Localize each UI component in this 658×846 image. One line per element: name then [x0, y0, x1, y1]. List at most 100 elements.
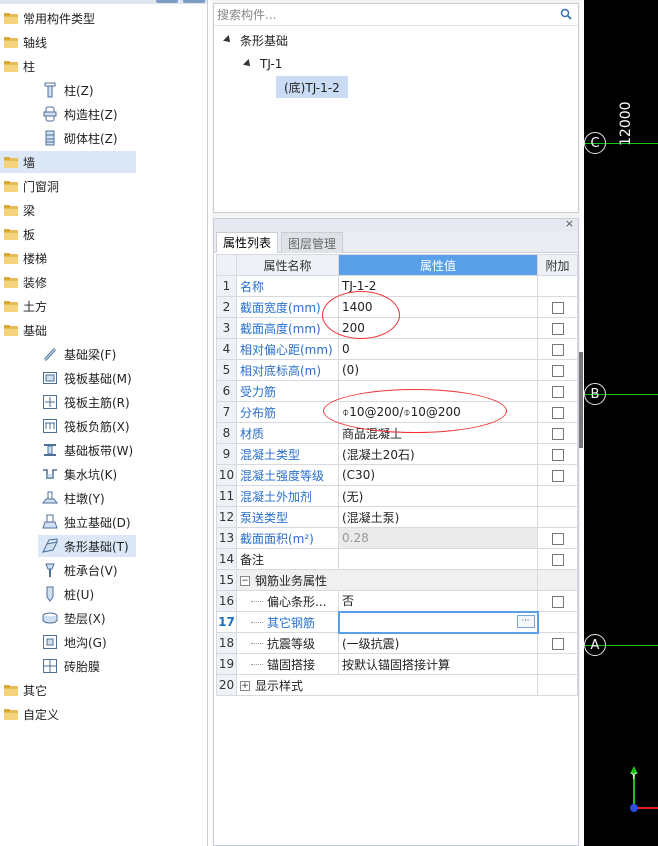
header-value[interactable]: 属性值	[338, 254, 538, 276]
header-add[interactable]: 附加	[537, 254, 578, 276]
tree-item-column-pier[interactable]: 柱墩(Y)	[38, 487, 136, 509]
property-value[interactable]: (0)	[338, 359, 538, 381]
tree-item-cushion[interactable]: 垫层(X)	[38, 607, 136, 629]
more-options-button[interactable]: ···	[516, 614, 535, 628]
folder-icon	[4, 276, 18, 288]
table-row[interactable]: 16 偏心条形... 否	[216, 590, 578, 612]
property-value[interactable]: (混凝土泵)	[338, 506, 538, 528]
table-row[interactable]: 9 混凝土类型 (混凝土20石)	[216, 443, 578, 465]
property-value[interactable]: (混凝土20石)	[338, 443, 538, 465]
tree-group-stair[interactable]: 楼梯	[0, 247, 136, 269]
add-checkbox[interactable]	[551, 406, 564, 419]
expand-arrow-icon[interactable]	[223, 35, 233, 45]
add-checkbox[interactable]	[551, 637, 564, 650]
tree-group-common-types[interactable]: 常用构件类型	[0, 7, 136, 29]
tree-item-brick-mold[interactable]: 砖胎膜	[38, 655, 136, 677]
add-checkbox[interactable]	[551, 427, 564, 440]
drawing-canvas[interactable]: C B A 12000 Y	[584, 0, 658, 846]
tree-item-foundation-beam[interactable]: 基础梁(F)	[38, 343, 136, 365]
table-header-row: 属性名称 属性值 附加	[216, 254, 578, 276]
tree-group-earthwork[interactable]: 土方	[0, 295, 136, 317]
add-checkbox[interactable]	[551, 343, 564, 356]
property-value[interactable]: 否	[338, 590, 538, 612]
axis-label-a[interactable]: A	[584, 634, 606, 656]
table-row[interactable]: 19 锚固搭接 按默认锚固搭接计算	[216, 653, 578, 675]
add-cell	[537, 527, 578, 549]
table-row[interactable]: 10 混凝土强度等级 (C30)	[216, 464, 578, 486]
tree-item-raft-negative-rebar[interactable]: 筏板负筋(X)	[38, 415, 136, 437]
section-display-style[interactable]: + 显示样式	[236, 674, 538, 696]
splitter-handle[interactable]	[579, 352, 583, 448]
tree-item-foundation-strip[interactable]: 基础板带(W)	[38, 439, 136, 461]
add-checkbox[interactable]	[551, 532, 564, 545]
toolbar-button-1[interactable]	[156, 0, 178, 3]
table-row[interactable]: 5 相对底标高(m) (0)	[216, 359, 578, 381]
add-checkbox[interactable]	[551, 469, 564, 482]
property-value[interactable]: (C30)	[338, 464, 538, 486]
property-value[interactable]	[338, 548, 538, 570]
tree-group-axis[interactable]: 轴线	[0, 31, 136, 53]
tree-group-column[interactable]: 柱	[0, 55, 136, 77]
tree-node-strip-foundation[interactable]: 条形基础	[223, 30, 288, 50]
table-row[interactable]: 13 截面面积(m²) 0.28	[216, 527, 578, 549]
axis-label-c[interactable]: C	[584, 132, 606, 154]
table-row[interactable]: 17 其它钢筋 ···	[216, 610, 578, 634]
tree-group-wall[interactable]: 墙	[0, 151, 136, 173]
tree-item-strip-foundation[interactable]: 条形基础(T)	[38, 535, 136, 557]
add-checkbox[interactable]	[551, 322, 564, 335]
table-row[interactable]: 11 混凝土外加剂 (无)	[216, 485, 578, 507]
add-checkbox[interactable]	[551, 595, 564, 608]
search-icon[interactable]	[560, 8, 572, 20]
section-rebar-properties[interactable]: − 钢筋业务属性	[236, 569, 538, 591]
expand-arrow-icon[interactable]	[243, 59, 253, 69]
tree-item-masonry-column[interactable]: 砌体柱(Z)	[38, 127, 136, 149]
tree-item-trench[interactable]: 地沟(G)	[38, 631, 136, 653]
property-value[interactable]: (无)	[338, 485, 538, 507]
tree-group-slab[interactable]: 板	[0, 223, 136, 245]
property-value-editor[interactable]: ···	[337, 610, 539, 634]
tree-group-decoration[interactable]: 装修	[0, 271, 136, 293]
property-value[interactable]: 按默认锚固搭接计算	[338, 653, 538, 675]
tree-item-label: 柱墩(Y)	[64, 491, 105, 506]
tab-property-list[interactable]: 属性列表	[216, 232, 279, 253]
table-row[interactable]: 15− 钢筋业务属性	[216, 569, 578, 591]
tree-item-label: 集水坑(K)	[64, 467, 118, 482]
tree-item-raft-main-rebar[interactable]: 筏板主筋(R)	[38, 391, 136, 413]
table-row[interactable]: 20 + 显示样式	[216, 674, 578, 696]
tab-layer-management[interactable]: 图层管理	[281, 232, 344, 253]
close-icon[interactable]: ×	[565, 217, 574, 230]
add-checkbox[interactable]	[551, 364, 564, 377]
tree-item-raft-foundation[interactable]: 筏板基础(M)	[38, 367, 136, 389]
tree-group-other[interactable]: 其它	[0, 679, 136, 701]
tree-item-constructional-column[interactable]: 构造柱(Z)	[38, 103, 136, 125]
collapse-icon[interactable]: −	[240, 576, 250, 586]
table-row[interactable]: 4 相对偏心距(mm) 0	[216, 338, 578, 360]
property-value[interactable]: 0	[338, 338, 538, 360]
tree-group-label: 轴线	[23, 35, 48, 50]
add-checkbox[interactable]	[551, 385, 564, 398]
search-input[interactable]: 搜索构件...	[214, 4, 578, 26]
tree-node-tj-1-2[interactable]: (底)TJ-1-2	[276, 76, 348, 98]
tree-item-pile[interactable]: 桩(U)	[38, 583, 136, 605]
table-row[interactable]: 14 备注	[216, 548, 578, 570]
expand-icon[interactable]: +	[240, 681, 250, 691]
table-row[interactable]: 18 抗震等级 (一级抗震)	[216, 632, 578, 654]
property-value[interactable]: (一级抗震)	[338, 632, 538, 654]
add-checkbox[interactable]	[551, 301, 564, 314]
axis-label-b[interactable]: B	[584, 383, 606, 405]
toolbar-button-2[interactable]	[183, 0, 205, 3]
add-checkbox[interactable]	[551, 553, 564, 566]
tree-group-door-window[interactable]: 门窗洞	[0, 175, 136, 197]
tree-item-pile-cap[interactable]: 桩承台(V)	[38, 559, 136, 581]
table-row[interactable]: 1 名称 TJ-1-2	[216, 275, 578, 297]
tree-item-sump-pit[interactable]: 集水坑(K)	[38, 463, 136, 485]
tree-node-tj-1[interactable]: TJ-1	[243, 54, 282, 74]
table-row[interactable]: 12 泵送类型 (混凝土泵)	[216, 506, 578, 528]
tree-group-custom[interactable]: 自定义	[0, 703, 136, 725]
tree-group-beam[interactable]: 梁	[0, 199, 136, 221]
tree-group-foundation[interactable]: 基础	[0, 319, 136, 341]
tree-item-column[interactable]: 柱(Z)	[38, 79, 136, 101]
header-name[interactable]: 属性名称	[236, 254, 339, 276]
add-checkbox[interactable]	[551, 448, 564, 461]
tree-item-isolated-foundation[interactable]: 独立基础(D)	[38, 511, 136, 533]
